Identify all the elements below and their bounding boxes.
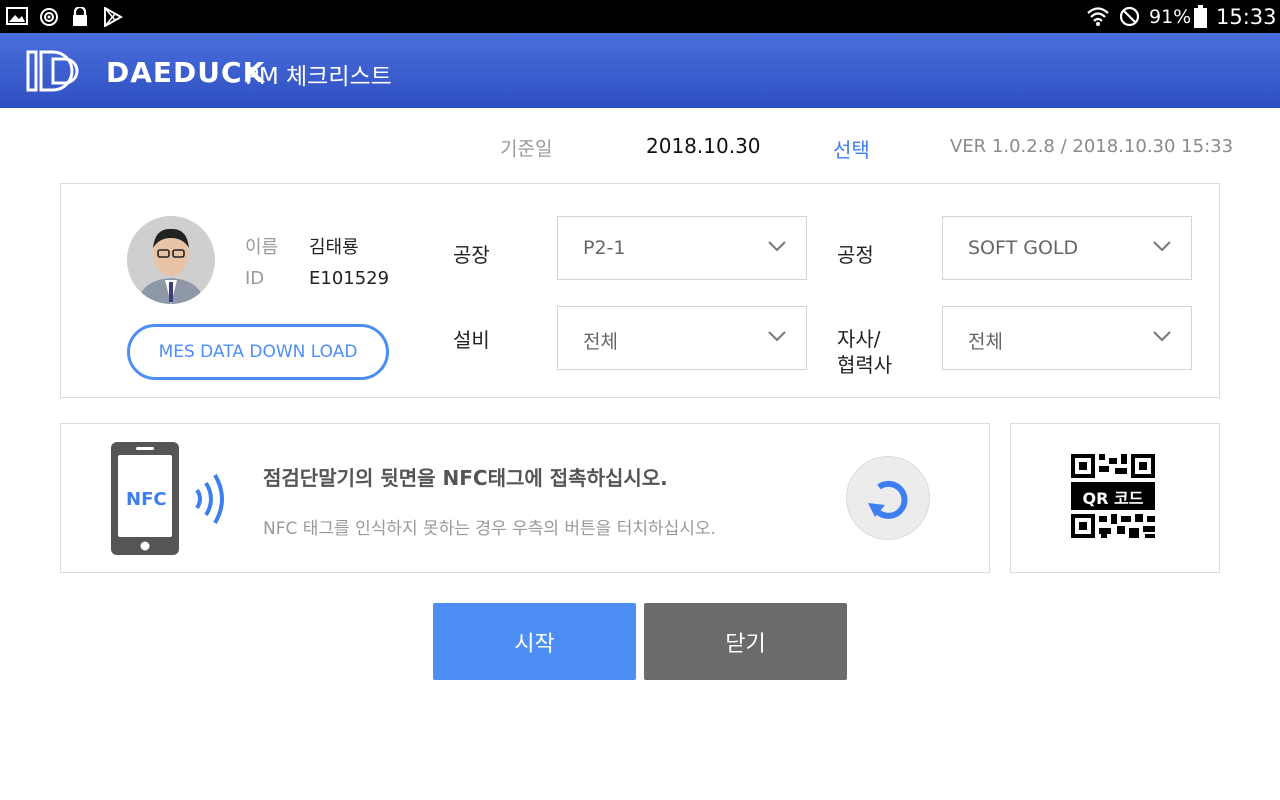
- factory-label: 공장: [453, 243, 490, 267]
- app-header: DAEDUCK PM 체크리스트: [0, 33, 1280, 108]
- date-select-link[interactable]: 선택: [833, 134, 870, 163]
- status-bar: 91% 15:33: [0, 0, 1280, 33]
- play-store-icon: [104, 7, 123, 27]
- user-name: 김태룡: [309, 237, 359, 258]
- nfc-hint: NFC 태그를 인식하지 못하는 경우 우측의 버튼을 터치하십시오.: [263, 519, 716, 539]
- partner-select[interactable]: 전체: [942, 306, 1192, 370]
- chevron-down-icon: [1153, 331, 1171, 342]
- date-label: 기준일: [500, 138, 553, 160]
- wifi-icon: [1087, 7, 1109, 26]
- image-icon: [6, 7, 28, 25]
- partner-label-line2: 협력사: [837, 353, 893, 377]
- nfc-retry-button[interactable]: [846, 456, 930, 540]
- equipment-select-value: 전체: [583, 331, 618, 353]
- partner-label-line1: 자사/: [837, 327, 881, 351]
- brand-name: DAEDUCK: [106, 56, 266, 89]
- chevron-down-icon: [768, 331, 786, 342]
- process-select[interactable]: SOFT GOLD: [942, 216, 1192, 280]
- process-select-value: SOFT GOLD: [968, 237, 1079, 259]
- chevron-down-icon: [768, 241, 786, 252]
- start-button[interactable]: 시작: [433, 603, 636, 680]
- nfc-panel: NFC 점검단말기의 뒷면을 NFC태그에 접촉하십시오. NFC 태그를 인식…: [60, 423, 990, 573]
- equipment-select[interactable]: 전체: [557, 306, 807, 370]
- nfc-wave-icon: [195, 473, 224, 525]
- date-value: 2018.10.30: [646, 134, 761, 158]
- mes-data-download-button[interactable]: MES DATA DOWN LOAD: [127, 324, 389, 380]
- user-filter-panel: 이름 김태룡 ID E101529 MES DATA DOWN LOAD 공장 …: [60, 183, 1220, 398]
- factory-select[interactable]: P2-1: [557, 216, 807, 280]
- equipment-label: 설비: [453, 328, 490, 352]
- daeduck-logo-icon: [26, 50, 79, 92]
- name-label: 이름: [245, 237, 279, 258]
- version-info: VER 1.0.2.8 / 2018.10.30 15:33: [950, 136, 1234, 157]
- user-id: E101529: [309, 268, 390, 289]
- clock: 15:33: [1216, 5, 1277, 29]
- page-title: PM 체크리스트: [245, 64, 392, 90]
- nfc-instruction: 점검단말기의 뒷면을 NFC태그에 접촉하십시오.: [263, 466, 668, 490]
- user-photo-icon: [127, 216, 215, 304]
- battery-percent: 91%: [1149, 6, 1192, 28]
- id-label: ID: [245, 268, 265, 289]
- qr-code-panel[interactable]: QR 코드: [1010, 423, 1220, 573]
- do-not-disturb-icon: [1119, 6, 1140, 27]
- chevron-down-icon: [1153, 241, 1171, 252]
- close-button[interactable]: 닫기: [644, 603, 847, 680]
- phone-nfc-label: NFC: [126, 489, 167, 510]
- qr-code-label: QR 코드: [1082, 489, 1144, 508]
- sync-icon: [40, 8, 58, 26]
- process-label: 공정: [837, 243, 874, 267]
- partner-select-value: 전체: [968, 331, 1003, 353]
- refresh-icon: [868, 480, 908, 519]
- lock-icon: [73, 7, 87, 26]
- battery-icon: [1194, 5, 1207, 28]
- avatar: [127, 216, 215, 304]
- factory-select-value: P2-1: [583, 237, 626, 259]
